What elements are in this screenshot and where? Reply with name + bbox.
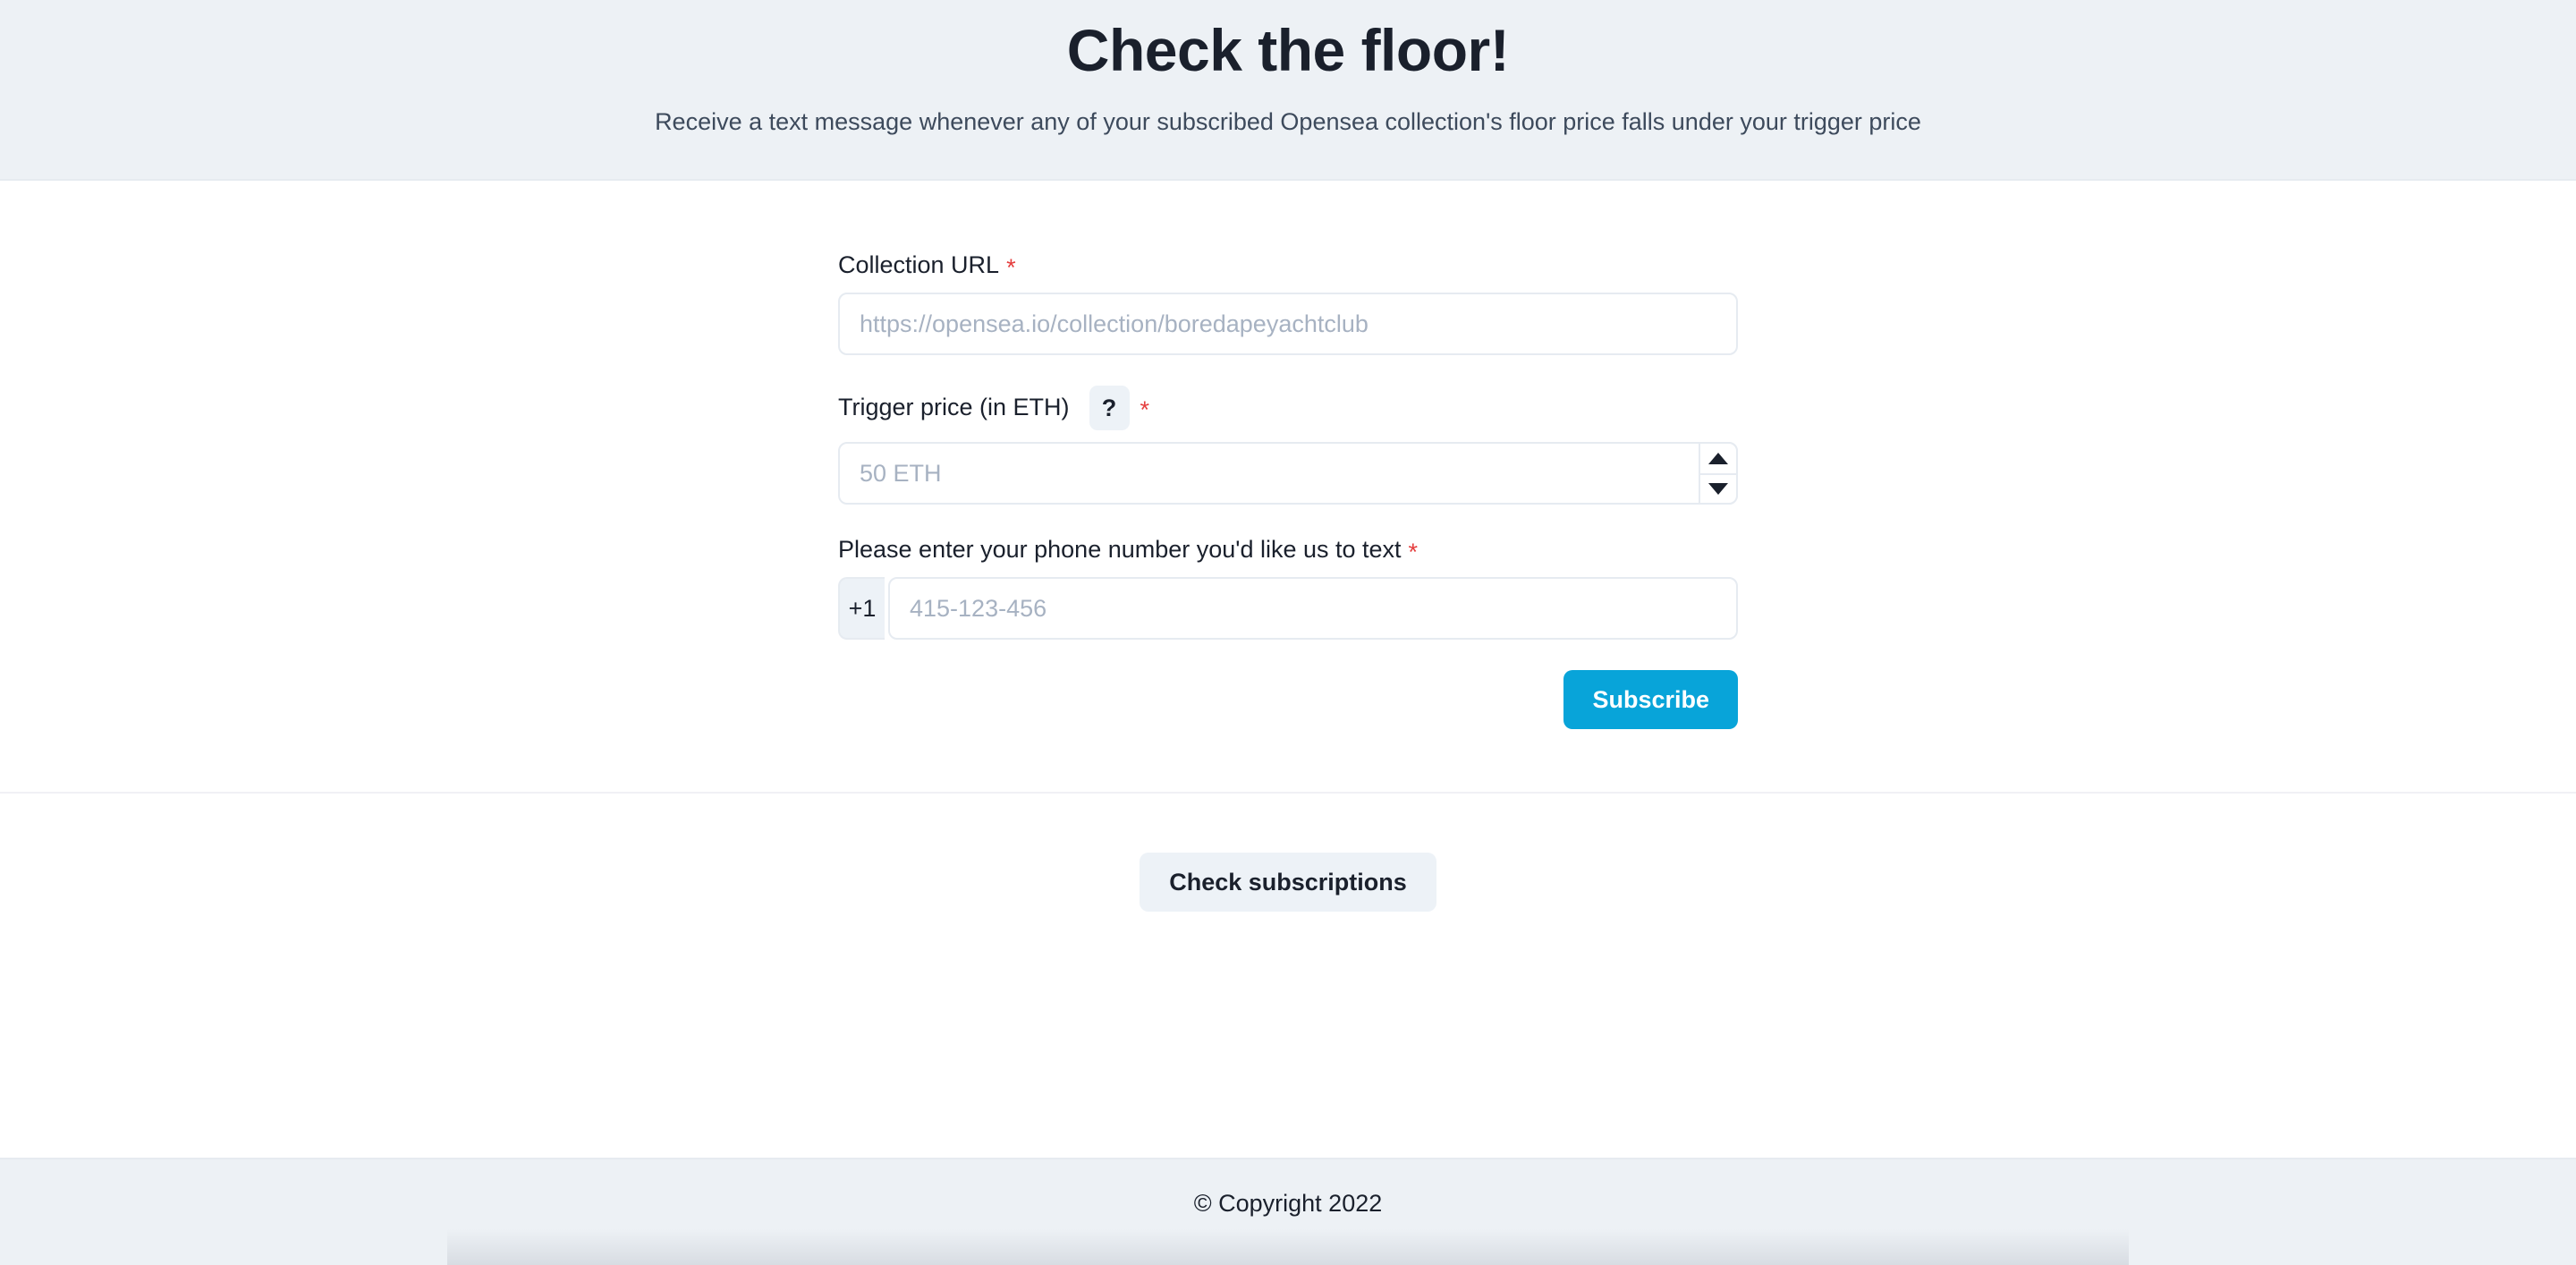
page-title: Check the floor!	[1066, 17, 1510, 83]
field-phone-number: Please enter your phone number you'd lik…	[838, 535, 1738, 640]
phone-number-input[interactable]	[888, 577, 1738, 640]
country-code-addon: +1	[838, 577, 885, 640]
phone-input-group: +1	[838, 577, 1738, 640]
trigger-price-label-row: Trigger price (in ETH) ? *	[838, 386, 1738, 430]
required-asterisk-icon: *	[1140, 395, 1150, 423]
phone-label: Please enter your phone number you'd lik…	[838, 536, 1402, 564]
trigger-price-input[interactable]	[838, 442, 1738, 505]
field-collection-url: Collection URL *	[838, 250, 1738, 355]
question-mark-icon[interactable]: ?	[1089, 386, 1130, 430]
trigger-price-label: Trigger price (in ETH)	[838, 394, 1070, 421]
caret-down-icon	[1708, 483, 1728, 495]
main-content: Collection URL * Trigger price (in ETH) …	[0, 181, 2576, 1158]
number-stepper	[1699, 442, 1738, 505]
trigger-price-input-group	[838, 442, 1738, 505]
caret-up-icon	[1708, 453, 1728, 464]
subscribe-button[interactable]: Subscribe	[1563, 670, 1738, 729]
copyright-text: © Copyright 2022	[1193, 1190, 1383, 1217]
submit-row: Subscribe	[838, 670, 1738, 729]
page-root: Check the floor! Receive a text message …	[0, 0, 2576, 1265]
check-subscriptions-button[interactable]: Check subscriptions	[1140, 853, 1436, 912]
page-header: Check the floor! Receive a text message …	[0, 0, 2576, 181]
page-footer: © Copyright 2022	[0, 1158, 2576, 1265]
field-trigger-price: Trigger price (in ETH) ? *	[838, 386, 1738, 505]
collection-url-input[interactable]	[838, 293, 1738, 355]
check-subscriptions-section: Check subscriptions	[0, 794, 2576, 912]
subscribe-form-section: Collection URL * Trigger price (in ETH) …	[0, 181, 2576, 794]
phone-label-row: Please enter your phone number you'd lik…	[838, 535, 1738, 565]
stepper-decrement-button[interactable]	[1700, 473, 1736, 503]
page-subtitle: Receive a text message whenever any of y…	[655, 107, 1921, 135]
collection-url-label-row: Collection URL *	[838, 250, 1738, 281]
collection-url-label: Collection URL	[838, 251, 1000, 279]
required-asterisk-icon: *	[1006, 253, 1016, 281]
required-asterisk-icon: *	[1408, 538, 1419, 565]
stepper-increment-button[interactable]	[1700, 444, 1736, 473]
subscribe-form: Collection URL * Trigger price (in ETH) …	[838, 250, 1738, 729]
